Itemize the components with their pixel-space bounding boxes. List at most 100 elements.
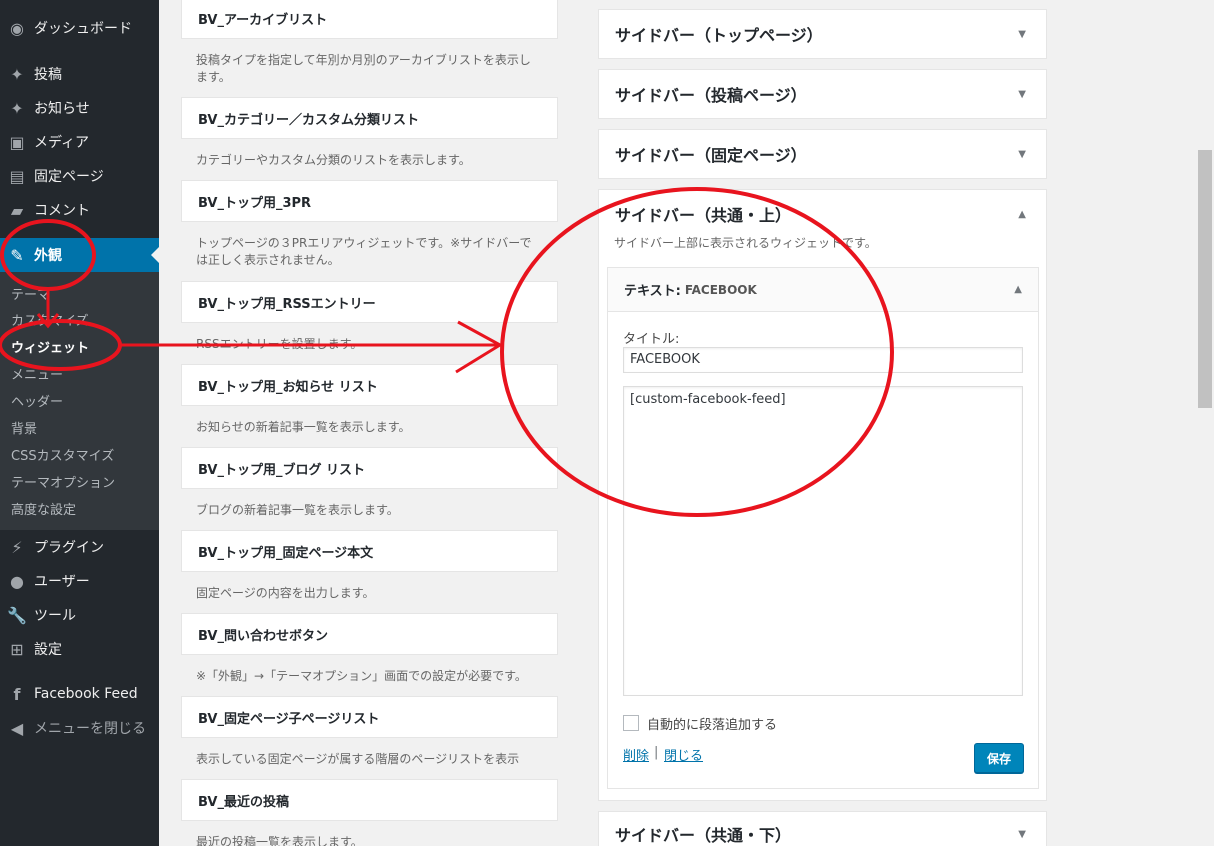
sidebar-item-label: 設定 <box>34 642 62 658</box>
submenu-item-customize[interactable]: カスタマイズ <box>11 310 89 329</box>
widget-type-label: テキスト: <box>624 284 681 299</box>
chevron-down-icon[interactable]: ▼ <box>1018 829 1026 840</box>
widget-description: RSSエントリーを設置します。 <box>196 337 363 351</box>
sidebar-item-media[interactable]: ▣ メディア <box>0 125 159 159</box>
widget-instance-title: FACEBOOK <box>684 282 757 297</box>
widget-description: 最近の投稿一覧を表示します。 <box>196 835 363 846</box>
scrollbar-track[interactable] <box>1196 0 1214 846</box>
sidebar-item-label: ダッシュボード <box>34 21 132 37</box>
submenu-item-header[interactable]: ヘッダー <box>11 391 63 410</box>
sidebar-area-title: サイドバー（トップページ） <box>615 26 823 45</box>
widget-description: トップページの３PRエリアウィジェットです。※サイドバーで は正しく表示されません… <box>196 236 532 267</box>
submenu-item-menus[interactable]: メニュー <box>11 364 63 383</box>
widget-title: BV_最近の投稿 <box>198 794 289 810</box>
widget-bv-recent-posts[interactable]: BV_最近の投稿 <box>181 779 558 821</box>
widget-title: BV_アーカイブリスト <box>198 12 328 28</box>
sidebar-area-title: サイドバー（固定ページ） <box>615 146 807 165</box>
settings-icon: ⊞ <box>10 639 24 659</box>
widget-title: BV_トップ用_お知らせ リスト <box>198 379 378 395</box>
auto-paragraph-checkbox[interactable] <box>623 715 639 731</box>
widget-description: カテゴリーやカスタム分類のリストを表示します。 <box>196 153 471 167</box>
media-icon: ▣ <box>9 132 25 152</box>
sidebar-area-description: サイドバー上部に表示されるウィジェットです。 <box>614 236 877 250</box>
sidebar-area-header[interactable]: サイドバー（投稿ページ） ▼ <box>599 70 1046 118</box>
content-textarea[interactable]: [custom-facebook-feed] <box>623 386 1023 696</box>
sidebar-area-header[interactable]: サイドバー（固定ページ） ▼ <box>599 130 1046 178</box>
chevron-up-icon[interactable]: ▲ <box>1018 209 1026 220</box>
sidebar-item-label: プラグイン <box>34 540 104 556</box>
sidebar-item-label: 外観 <box>34 248 62 264</box>
widget-bv-top-blog-list[interactable]: BV_トップ用_ブログ リスト <box>181 447 558 489</box>
sidebar-item-label: お知らせ <box>34 101 90 117</box>
sidebar-item-label: コメント <box>34 203 90 219</box>
sidebar-item-settings[interactable]: ⊞ 設定 <box>0 632 159 666</box>
submenu-item-theme-options[interactable]: テーマオプション <box>11 472 115 491</box>
widget-description: ブログの新着記事一覧を表示します。 <box>196 503 399 517</box>
widget-bv-contact-button[interactable]: BV_問い合わせボタン <box>181 613 558 655</box>
widget-bv-archive-list[interactable]: BV_アーカイブリスト <box>181 0 558 39</box>
submenu-item-css-customize[interactable]: CSSカスタマイズ <box>11 445 114 464</box>
widget-title: BV_固定ページ子ページリスト <box>198 711 380 727</box>
sidebar-area-title: サイドバー（共通・下） <box>615 826 792 845</box>
widget-title: BV_トップ用_ブログ リスト <box>198 462 365 478</box>
sidebar-item-pages[interactable]: ▤ 固定ページ <box>0 159 159 193</box>
widget-bv-child-page-list[interactable]: BV_固定ページ子ページリスト <box>181 696 558 738</box>
widget-title: BV_トップ用_固定ページ本文 <box>198 545 374 561</box>
sidebar-area-header[interactable]: サイドバー（共通・下） ▼ <box>599 812 1046 846</box>
wrench-icon: 🔧 <box>7 605 27 625</box>
submenu-item-widgets[interactable]: ウィジェット <box>11 337 89 356</box>
sidebar-item-comments[interactable]: ▰ コメント <box>0 193 159 227</box>
pin-icon: ✦ <box>10 64 24 84</box>
collapse-menu-button[interactable]: ◀ メニューを閉じる <box>0 711 159 745</box>
sidebar-area-title: サイドバー（共通・上） <box>615 206 792 225</box>
widget-title: BV_カテゴリー／カスタム分類リスト <box>198 112 419 128</box>
chevron-down-icon[interactable]: ▼ <box>1018 89 1026 100</box>
sidebar-area-header[interactable]: サイドバー（共通・上） ▲ <box>599 190 1046 238</box>
sidebar-area-post-page[interactable]: サイドバー（投稿ページ） ▼ <box>598 69 1047 119</box>
save-button[interactable]: 保存 <box>974 743 1024 773</box>
sidebar-item-news[interactable]: ✦ お知らせ <box>0 91 159 125</box>
close-link[interactable]: 閉じる <box>664 745 703 764</box>
sidebar-area-top-page[interactable]: サイドバー（トップページ） ▼ <box>598 9 1047 59</box>
title-label: タイトル: <box>623 332 680 347</box>
sidebar-item-posts[interactable]: ✦ 投稿 <box>0 57 159 91</box>
widget-bv-category-list[interactable]: BV_カテゴリー／カスタム分類リスト <box>181 97 558 139</box>
widget-description: 表示している固定ページが属する階層のページリストを表示 <box>196 752 520 766</box>
sidebar-item-label: ツール <box>34 608 76 624</box>
delete-link[interactable]: 削除 <box>623 745 649 764</box>
submenu-item-themes[interactable]: テーマ <box>11 284 50 303</box>
widget-bv-top-rss[interactable]: BV_トップ用_RSSエントリー <box>181 281 558 323</box>
title-input[interactable]: FACEBOOK <box>623 347 1023 373</box>
chevron-down-icon[interactable]: ▼ <box>1018 149 1026 160</box>
chevron-up-icon[interactable]: ▲ <box>1014 284 1022 295</box>
sidebar-area-title: サイドバー（投稿ページ） <box>615 86 807 105</box>
sidebar-item-dashboard[interactable]: ◉ ダッシュボード <box>0 11 159 45</box>
widget-title: BV_トップ用_RSSエントリー <box>198 296 376 312</box>
sidebar-area-fixed-page[interactable]: サイドバー（固定ページ） ▼ <box>598 129 1047 179</box>
dashboard-icon: ◉ <box>10 18 24 38</box>
page-icon: ▤ <box>9 166 25 186</box>
plugin-icon: ⚡ <box>11 537 23 557</box>
comment-icon: ▰ <box>10 200 24 220</box>
sidebar-area-common-bottom[interactable]: サイドバー（共通・下） ▼ <box>598 811 1047 846</box>
submenu-item-background[interactable]: 背景 <box>11 418 37 437</box>
widget-bv-top-3pr[interactable]: BV_トップ用_3PR <box>181 180 558 222</box>
sidebar-item-users[interactable]: ● ユーザー <box>0 564 159 598</box>
widget-header[interactable]: テキスト: FACEBOOK ▲ <box>608 268 1038 312</box>
sidebar-item-label: 投稿 <box>34 67 62 83</box>
widget-bv-top-news-list[interactable]: BV_トップ用_お知らせ リスト <box>181 364 558 406</box>
widget-description: 固定ページの内容を出力します。 <box>196 586 375 600</box>
submenu-item-advanced[interactable]: 高度な設定 <box>11 499 76 518</box>
chevron-down-icon[interactable]: ▼ <box>1018 29 1026 40</box>
sidebar-item-facebook-feed[interactable]: f Facebook Feed <box>0 677 159 711</box>
sidebar-item-label: メディア <box>34 135 90 151</box>
sidebar-item-tools[interactable]: 🔧 ツール <box>0 598 159 632</box>
sidebar-area-header[interactable]: サイドバー（トップページ） ▼ <box>599 10 1046 58</box>
auto-paragraph-label: 自動的に段落追加する <box>647 718 778 733</box>
facebook-icon: f <box>13 684 21 704</box>
scrollbar-thumb[interactable] <box>1198 150 1212 408</box>
widget-bv-top-page-content[interactable]: BV_トップ用_固定ページ本文 <box>181 530 558 572</box>
sidebar-item-appearance[interactable]: ✎ 外観 <box>0 238 159 272</box>
sidebar-item-plugins[interactable]: ⚡ プラグイン <box>0 530 159 564</box>
appearance-submenu: テーマ カスタマイズ ウィジェット メニュー ヘッダー 背景 CSSカスタマイズ… <box>0 272 159 530</box>
